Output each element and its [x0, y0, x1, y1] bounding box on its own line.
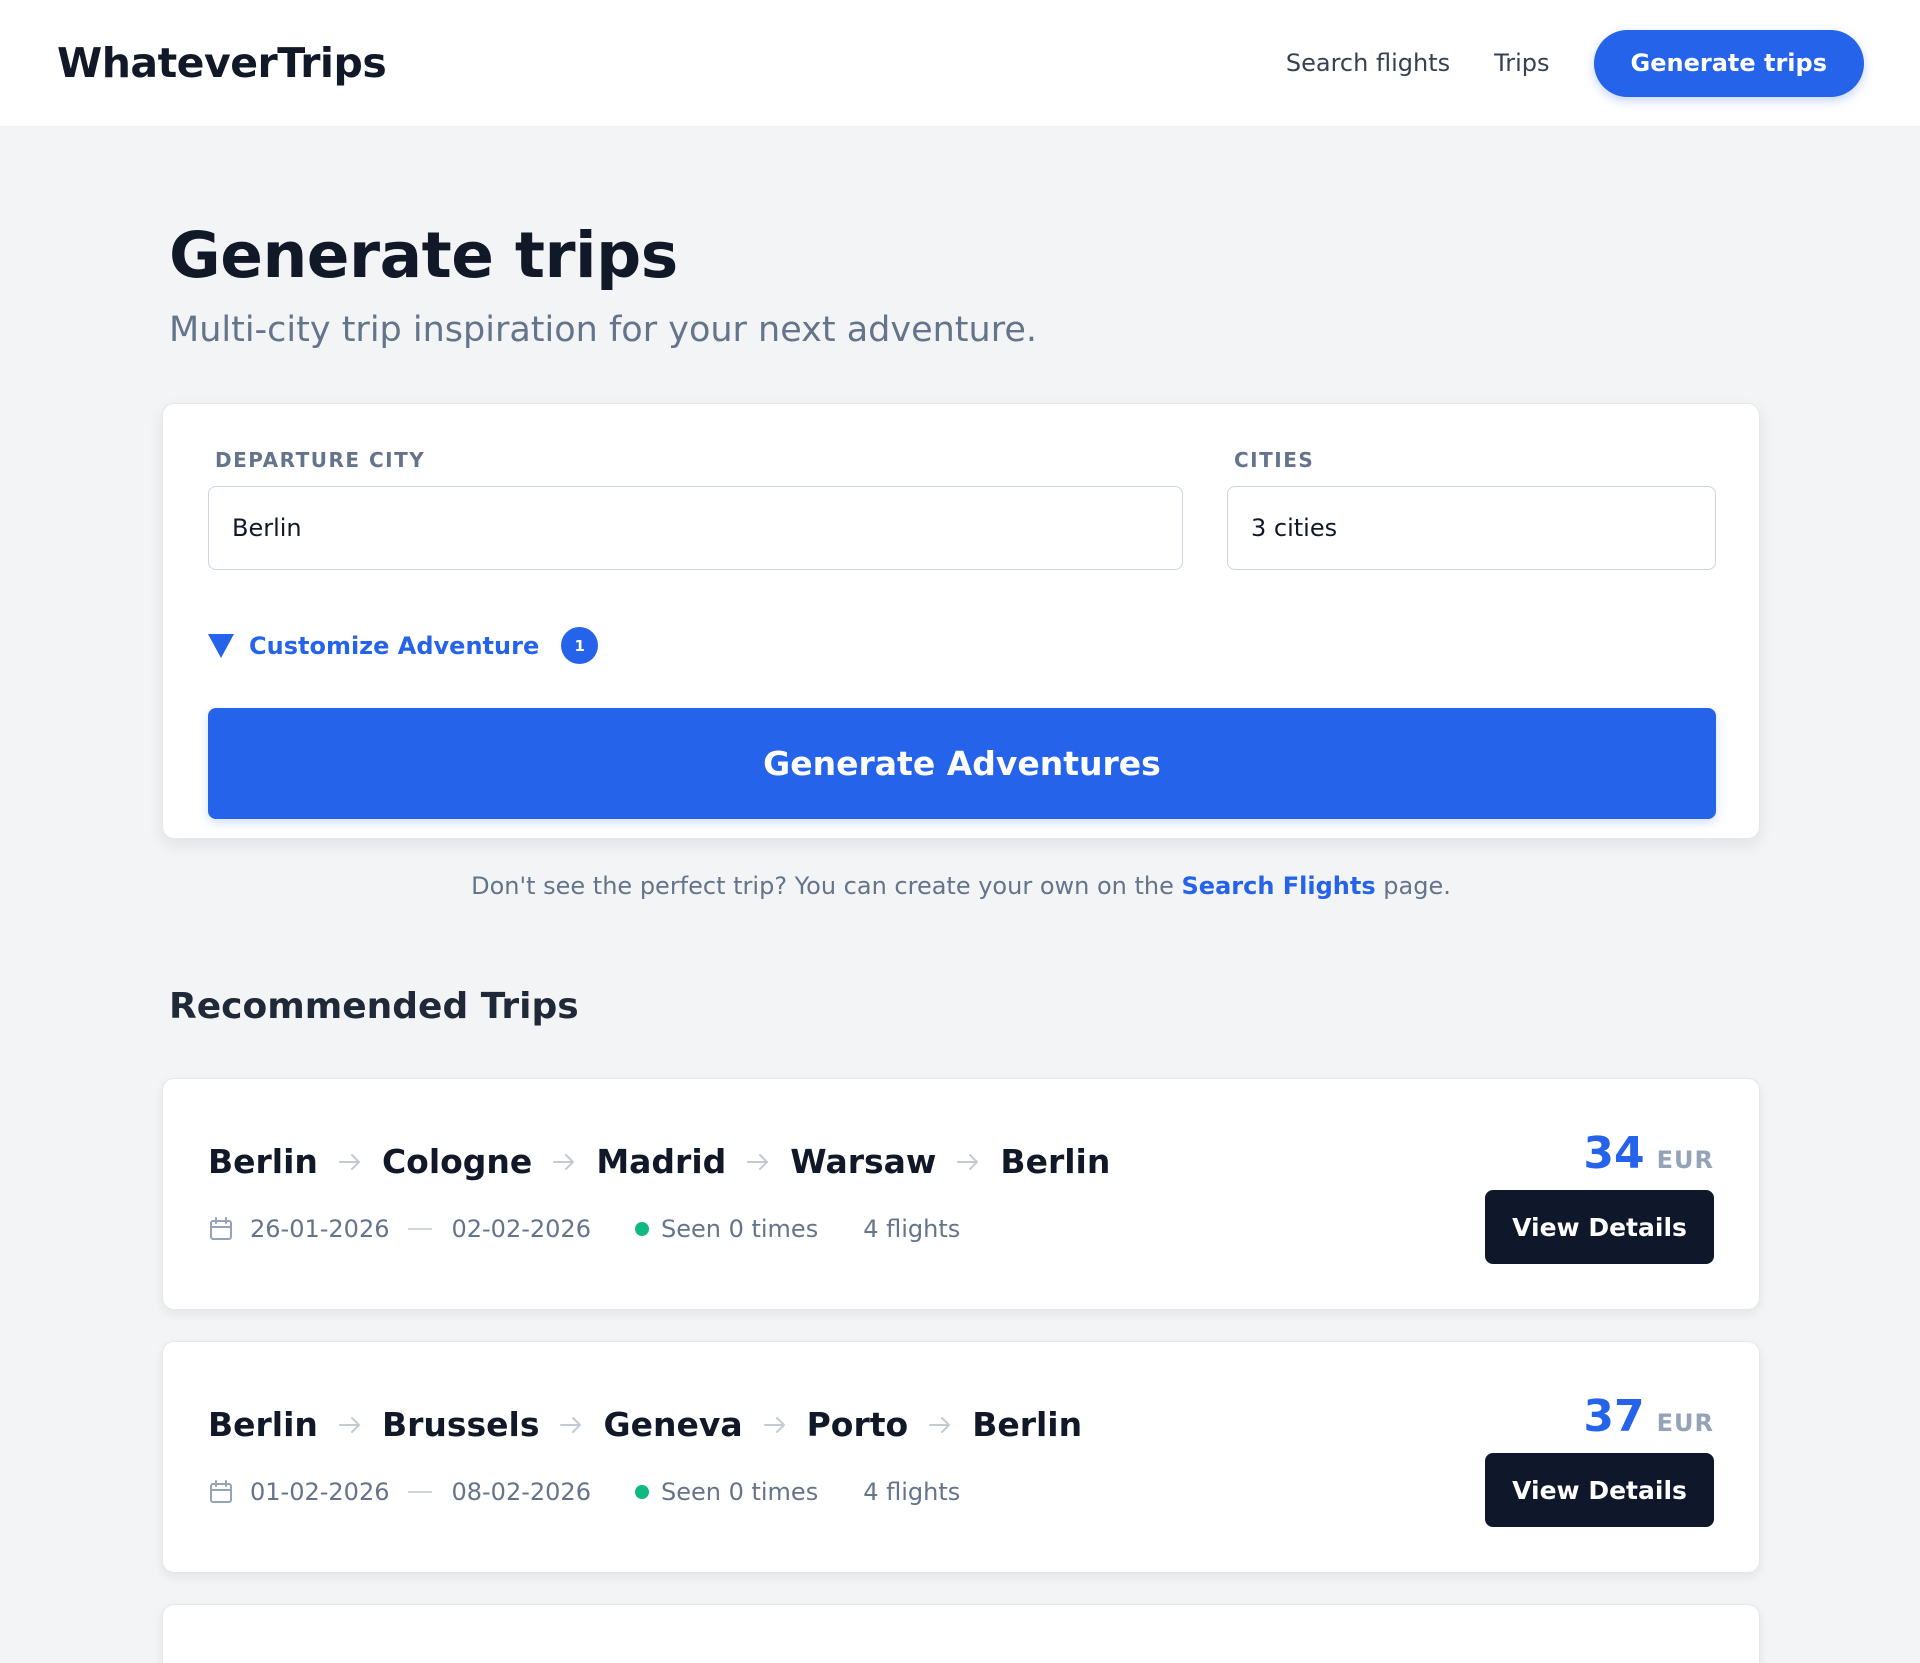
nav-search-flights[interactable]: Search flights	[1286, 49, 1450, 77]
customize-adventure-toggle[interactable]: Customize Adventure 1	[208, 627, 599, 664]
arrow-right-icon	[746, 1153, 770, 1171]
price-amount: 34	[1583, 1128, 1645, 1179]
calendar-icon	[208, 1479, 234, 1505]
route-city: Berlin	[972, 1405, 1083, 1444]
route-city: Warsaw	[790, 1142, 937, 1181]
trip-start-date: 26-01-2026	[250, 1215, 390, 1243]
arrow-right-icon	[559, 1416, 583, 1434]
top-navbar: WhateverTrips Search flights Trips Gener…	[0, 0, 1920, 126]
hint-text: Don't see the perfect trip? You can crea…	[162, 872, 1760, 900]
trip-end-date: 08-02-2026	[451, 1478, 591, 1506]
trip-card: Berlin Brussels Geneva Porto Berlin 01-0…	[162, 1341, 1760, 1573]
status-dot	[634, 1222, 649, 1236]
customize-adventure-label: Customize Adventure	[249, 631, 540, 660]
trip-flights-count: 4 flights	[863, 1478, 961, 1506]
route-city: Porto	[806, 1405, 909, 1444]
trip-price: 37 EUR	[1583, 1391, 1714, 1442]
trip-flights-count: 4 flights	[863, 1215, 961, 1243]
date-separator	[408, 1228, 433, 1230]
generate-trips-nav-button[interactable]: Generate trips	[1593, 29, 1864, 97]
route-city: Berlin	[208, 1405, 318, 1444]
logo[interactable]: WhateverTrips	[57, 39, 387, 87]
trip-start-date: 01-02-2026	[250, 1478, 390, 1506]
status-dot	[634, 1485, 649, 1499]
trip-meta: 01-02-2026 08-02-2026 Seen 0 times 4 fli…	[208, 1478, 960, 1506]
generate-adventures-button[interactable]: Generate Adventures	[208, 708, 1716, 819]
triangle-down-icon	[208, 633, 234, 658]
cities-select[interactable]: 3 cities	[1227, 486, 1716, 570]
trip-card: Berlin Cologne Madrid Warsaw Berlin 26-0…	[162, 1078, 1760, 1310]
trip-card-partial	[162, 1604, 1760, 1663]
search-flights-link[interactable]: Search Flights	[1182, 872, 1376, 900]
nav-trips[interactable]: Trips	[1494, 49, 1549, 77]
date-separator	[408, 1491, 433, 1493]
generate-form-card: DEPARTURE CITY Berlin CITIES 3 cities Cu…	[162, 403, 1760, 839]
price-amount: 37	[1583, 1391, 1645, 1442]
trip-meta: 26-01-2026 02-02-2026 Seen 0 times 4 fli…	[208, 1215, 960, 1243]
view-details-button[interactable]: View Details	[1485, 1190, 1714, 1264]
route-city: Berlin	[1000, 1142, 1111, 1181]
price-currency: EUR	[1656, 1409, 1714, 1437]
trip-seen-count: Seen 0 times	[660, 1478, 819, 1506]
arrow-right-icon	[338, 1416, 362, 1434]
page-title: Generate trips	[169, 219, 678, 292]
recommended-trips-title: Recommended Trips	[169, 986, 579, 1027]
trip-route: Berlin Cologne Madrid Warsaw Berlin	[208, 1142, 1110, 1181]
trip-end-date: 02-02-2026	[451, 1215, 591, 1243]
arrow-right-icon	[552, 1153, 576, 1171]
calendar-icon	[208, 1216, 234, 1242]
arrow-right-icon	[928, 1416, 952, 1434]
cities-label: CITIES	[1234, 448, 1315, 472]
arrow-right-icon	[956, 1153, 980, 1171]
route-city: Brussels	[381, 1405, 540, 1444]
view-details-button[interactable]: View Details	[1485, 1453, 1714, 1527]
hint-text-before: Don't see the perfect trip? You can crea…	[471, 872, 1182, 900]
price-currency: EUR	[1656, 1146, 1714, 1174]
route-city: Geneva	[603, 1405, 743, 1444]
hint-text-after: page.	[1375, 872, 1451, 900]
trip-route: Berlin Brussels Geneva Porto Berlin	[208, 1405, 1082, 1444]
route-city: Madrid	[596, 1142, 727, 1181]
route-city: Berlin	[208, 1142, 318, 1181]
trip-price: 34 EUR	[1583, 1128, 1714, 1179]
arrow-right-icon	[338, 1153, 362, 1171]
departure-city-label: DEPARTURE CITY	[215, 448, 426, 472]
nav-menu: Search flights Trips Generate trips	[1286, 29, 1864, 97]
route-city: Cologne	[381, 1142, 533, 1181]
departure-city-input[interactable]: Berlin	[208, 486, 1183, 570]
trip-seen-count: Seen 0 times	[660, 1215, 819, 1243]
page-subtitle: Multi-city trip inspiration for your nex…	[169, 310, 1037, 350]
arrow-right-icon	[763, 1416, 787, 1434]
customize-count-badge: 1	[561, 627, 599, 664]
